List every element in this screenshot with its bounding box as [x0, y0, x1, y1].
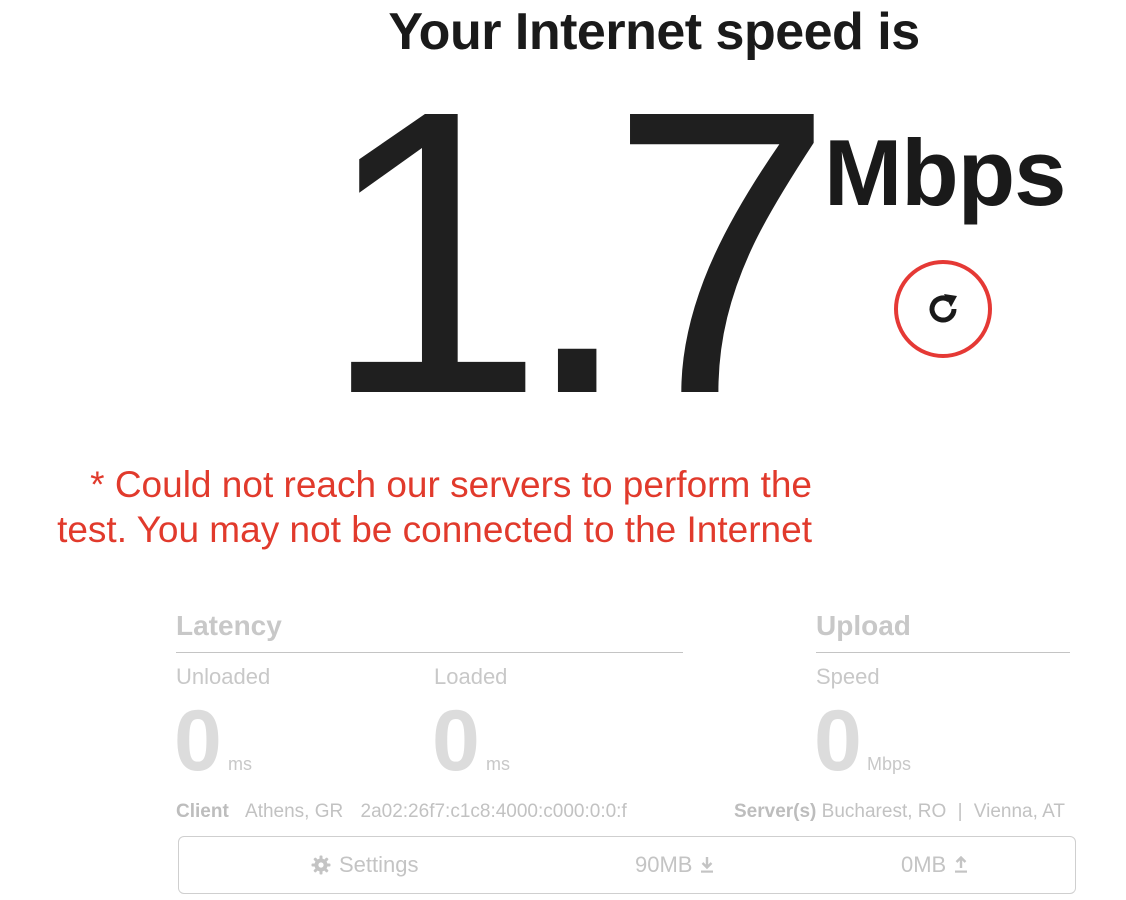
settings-button[interactable]: Settings [311, 837, 419, 893]
latency-title: Latency [176, 610, 282, 641]
client-location: Athens, GR [245, 801, 344, 822]
upload-speed-value: 0 [814, 693, 862, 789]
loaded-label: Loaded [434, 664, 508, 689]
client-info: Client Athens, GR 2a02:26f7:c1c8:4000:c0… [176, 800, 627, 824]
unloaded-value: 0 [174, 693, 222, 789]
refresh-icon [923, 289, 963, 329]
upload-speed-label: Speed [816, 664, 880, 689]
settings-bar: Settings 90MB 0MB [178, 836, 1076, 894]
client-ip: 2a02:26f7:c1c8:4000:c000:0:0:f [360, 801, 627, 822]
latency-divider [176, 652, 683, 653]
speed-value: 1.7 [320, 26, 834, 478]
upload-title: Upload [816, 610, 911, 641]
speed-units: Mbps [824, 120, 1066, 225]
server-info: Server(s) Bucharest, RO | Vienna, AT [734, 800, 1065, 824]
server-location: Bucharest, RO [821, 801, 947, 822]
upload-size-indicator[interactable]: 0MB [901, 837, 968, 893]
loaded-value: 0 [432, 693, 480, 789]
server-separator: | [957, 801, 963, 822]
upload-arrow-icon [954, 856, 968, 874]
speed-test-page: Your Internet speed is 1.7 Mbps * Could … [0, 0, 1126, 900]
unloaded-unit: ms [228, 754, 252, 774]
download-size: 90MB [635, 852, 693, 877]
loaded-unit: ms [486, 754, 510, 774]
download-arrow-icon [700, 856, 714, 874]
error-message: * Could not reach our servers to perform… [57, 464, 812, 550]
refresh-button[interactable] [894, 260, 992, 358]
server-location: Vienna, AT [973, 801, 1065, 822]
download-size-indicator[interactable]: 90MB [635, 837, 714, 893]
settings-label: Settings [339, 852, 419, 877]
unloaded-label: Unloaded [176, 664, 271, 689]
gear-icon [311, 855, 331, 875]
upload-size: 0MB [901, 852, 947, 877]
client-label: Client [176, 801, 229, 822]
upload-divider [816, 652, 1070, 653]
upload-speed-unit: Mbps [867, 754, 912, 774]
servers-label: Server(s) [734, 801, 817, 822]
